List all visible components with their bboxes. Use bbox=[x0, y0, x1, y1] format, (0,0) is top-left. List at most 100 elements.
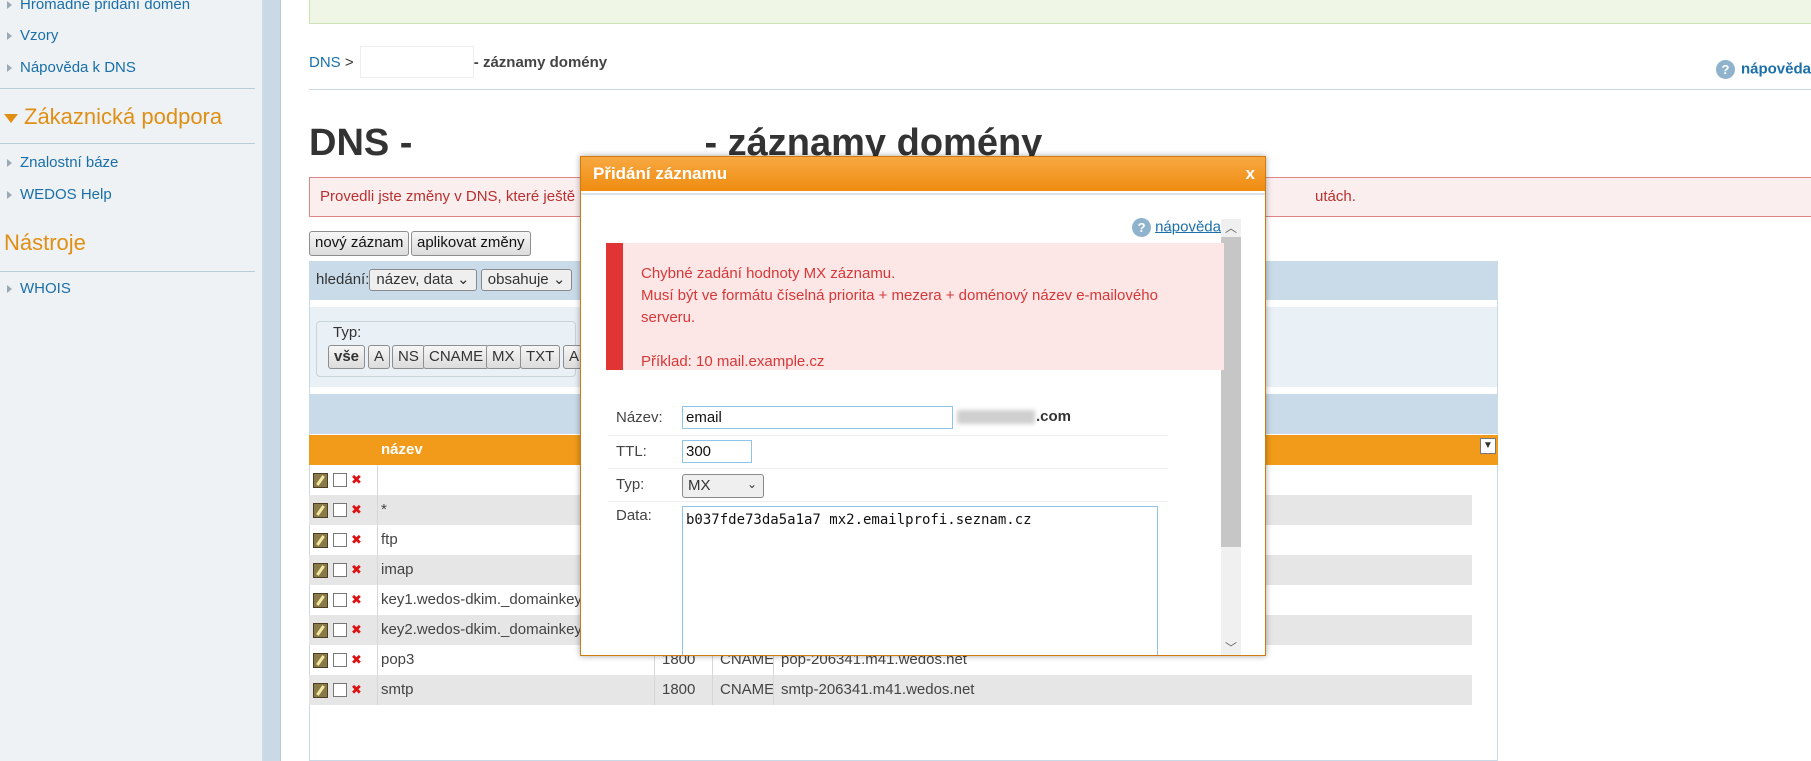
sidebar-link-templates[interactable]: Vzory bbox=[7, 27, 58, 44]
row-checkbox[interactable] bbox=[333, 503, 347, 518]
row-actions: ✖ bbox=[313, 531, 362, 548]
column-separator bbox=[377, 615, 378, 645]
question-icon: ? bbox=[1132, 218, 1152, 237]
new-record-button[interactable]: nový záznam bbox=[309, 231, 410, 256]
column-separator bbox=[377, 465, 378, 495]
row-checkbox[interactable] bbox=[333, 473, 347, 488]
delete-icon[interactable]: ✖ bbox=[351, 682, 362, 698]
sidebar: Hromadné přidání domén Vzory Nápověda k … bbox=[0, 0, 263, 761]
edit-icon[interactable] bbox=[313, 592, 328, 608]
chevron-down-icon: ⌄ bbox=[746, 477, 757, 491]
type-mx-button[interactable]: MX bbox=[486, 345, 521, 369]
type-cname-button[interactable]: CNAME bbox=[423, 345, 490, 369]
edit-icon[interactable] bbox=[313, 502, 328, 518]
dialog-divider bbox=[581, 193, 1265, 195]
column-separator bbox=[773, 675, 774, 705]
row-checkbox[interactable] bbox=[333, 623, 347, 638]
sidebar-link-wedos-help[interactable]: WEDOS Help bbox=[7, 186, 112, 203]
type-select[interactable]: MX ⌄ bbox=[682, 474, 764, 498]
sidebar-link-dns-help[interactable]: Nápověda k DNS bbox=[7, 59, 136, 76]
cell-name: key1.wedos-dkim._domainkey bbox=[381, 591, 582, 608]
cell-name: * bbox=[381, 501, 387, 518]
type-label: Typ: bbox=[329, 324, 366, 341]
table-row[interactable]: ✖ smtp 1800 CNAME smtp-206341.m41.wedos.net bbox=[309, 675, 1472, 705]
delete-icon[interactable]: ✖ bbox=[351, 502, 362, 518]
sidebar-heading-support[interactable]: Zákaznická podpora bbox=[4, 104, 222, 130]
cell-name: key2.wedos-dkim._domainkey bbox=[381, 621, 582, 638]
delete-icon[interactable]: ✖ bbox=[351, 532, 362, 548]
data-textarea[interactable]: b037fde73da5a1a7 mx2.emailprofi.seznam.c… bbox=[682, 506, 1158, 655]
ttl-input[interactable]: 300 bbox=[682, 440, 752, 463]
validation-error: Chybné zadání hodnoty MX záznamu. Musí b… bbox=[606, 243, 1224, 370]
cell-name: ftp bbox=[381, 531, 398, 548]
row-actions: ✖ bbox=[313, 621, 362, 638]
column-header-name[interactable]: název bbox=[381, 441, 423, 458]
form-divider bbox=[608, 435, 1168, 436]
add-record-dialog: Přidání záznamu x ? nápověda ︿ ﹀ Chybné z… bbox=[580, 156, 1266, 656]
domain-suffix: .com bbox=[956, 408, 1071, 425]
redacted-domain bbox=[359, 46, 474, 79]
edit-icon[interactable] bbox=[313, 622, 328, 638]
column-separator bbox=[377, 525, 378, 555]
type-txt-button[interactable]: TXT bbox=[520, 345, 561, 369]
form-divider bbox=[608, 501, 1168, 502]
breadcrumb-current: - záznamy domény bbox=[473, 54, 608, 71]
data-label: Data: bbox=[616, 507, 652, 524]
sidebar-divider bbox=[0, 271, 255, 272]
row-checkbox[interactable] bbox=[333, 593, 347, 608]
dialog-help-link[interactable]: ? nápověda bbox=[1132, 218, 1221, 237]
column-separator bbox=[377, 555, 378, 585]
cell-data: smtp-206341.m41.wedos.net bbox=[781, 681, 975, 698]
delete-icon[interactable]: ✖ bbox=[351, 622, 362, 638]
row-actions: ✖ bbox=[313, 681, 362, 698]
edit-icon[interactable] bbox=[313, 562, 328, 578]
delete-icon[interactable]: ✖ bbox=[351, 562, 362, 578]
scroll-up-icon[interactable]: ︿ bbox=[1225, 219, 1237, 236]
search-field-select[interactable]: název, data ⌄ bbox=[369, 269, 477, 291]
sidebar-divider bbox=[0, 143, 255, 144]
question-icon: ? bbox=[1715, 60, 1735, 79]
sidebar-link-knowledge-base[interactable]: Znalostní báze bbox=[7, 154, 118, 171]
type-a-button[interactable]: A bbox=[368, 345, 391, 369]
delete-icon[interactable]: ✖ bbox=[351, 592, 362, 608]
scroll-down-icon[interactable]: ﹀ bbox=[1225, 639, 1237, 655]
apply-changes-button[interactable]: aplikovat změny bbox=[411, 231, 531, 256]
cell-ttl: 1800 bbox=[662, 681, 696, 698]
delete-icon[interactable]: ✖ bbox=[351, 472, 362, 488]
name-label: Název: bbox=[616, 409, 663, 426]
edit-icon[interactable] bbox=[313, 652, 328, 668]
name-input[interactable]: email bbox=[682, 406, 953, 429]
help-link[interactable]: ? nápověda bbox=[1715, 60, 1811, 79]
row-checkbox[interactable] bbox=[333, 533, 347, 548]
search-label: hledání: bbox=[316, 270, 370, 288]
sidebar-link-whois[interactable]: WHOIS bbox=[7, 280, 71, 297]
row-checkbox[interactable] bbox=[333, 653, 347, 668]
type-all-button[interactable]: vše bbox=[328, 345, 366, 369]
delete-icon[interactable]: ✖ bbox=[351, 652, 362, 668]
edit-icon[interactable] bbox=[313, 532, 328, 548]
header-divider bbox=[309, 89, 1811, 90]
scroll-thumb[interactable] bbox=[1221, 237, 1241, 547]
sidebar-link-bulk-add[interactable]: Hromadné přidání domén bbox=[7, 0, 190, 13]
row-checkbox[interactable] bbox=[333, 683, 347, 698]
edit-icon[interactable] bbox=[313, 682, 328, 698]
breadcrumb: DNS > - záznamy domény bbox=[309, 46, 608, 79]
column-separator bbox=[377, 675, 378, 705]
ttl-label: TTL: bbox=[616, 443, 647, 460]
cell-name: imap bbox=[381, 561, 414, 578]
type-label: Typ: bbox=[616, 476, 645, 493]
row-checkbox[interactable] bbox=[333, 563, 347, 578]
search-mode-select[interactable]: obsahuje ⌄ bbox=[480, 269, 573, 291]
close-button[interactable]: x bbox=[1246, 164, 1255, 184]
columns-dropdown-icon[interactable]: ▼ bbox=[1480, 438, 1496, 454]
dialog-scrollbar[interactable]: ︿ ﹀ bbox=[1221, 219, 1241, 655]
type-ns-button[interactable]: NS bbox=[392, 345, 425, 369]
column-separator bbox=[377, 495, 378, 525]
form-divider bbox=[608, 468, 1168, 469]
cell-name: pop3 bbox=[381, 651, 415, 668]
column-separator bbox=[654, 675, 655, 705]
breadcrumb-dns-link[interactable]: DNS bbox=[309, 54, 341, 71]
edit-icon[interactable] bbox=[313, 472, 328, 488]
dialog-header: Přidání záznamu x bbox=[581, 157, 1265, 191]
row-actions: ✖ bbox=[313, 471, 362, 488]
